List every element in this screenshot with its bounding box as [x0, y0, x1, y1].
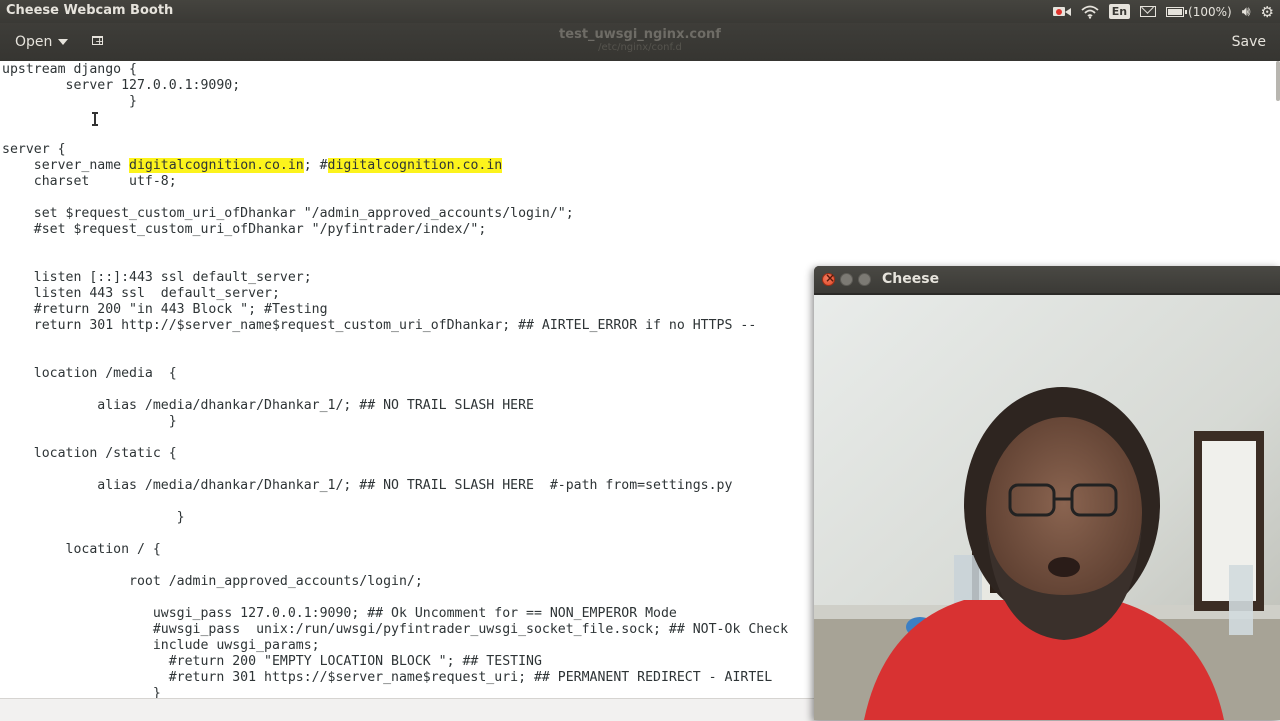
code-line[interactable]: location /media {: [2, 366, 788, 382]
settings-gear-icon[interactable]: ⚙: [1261, 0, 1274, 23]
vertical-scrollbar[interactable]: [1276, 61, 1280, 101]
code-text: alias /media/dhankar/Dhankar_1/; ## NO T…: [2, 398, 534, 413]
code-line[interactable]: #set $request_custom_uri_ofDhankar "/pyf…: [2, 222, 788, 238]
wifi-icon[interactable]: [1081, 0, 1099, 23]
code-text: location / {: [2, 542, 161, 557]
code-text: alias /media/dhankar/Dhankar_1/; ## NO T…: [2, 478, 733, 493]
code-text: #set $request_custom_uri_ofDhankar "/pyf…: [2, 222, 487, 237]
code-line[interactable]: [2, 430, 788, 446]
record-camera-icon[interactable]: [1052, 0, 1071, 23]
minimize-icon[interactable]: [840, 273, 853, 286]
code-line[interactable]: uwsgi_pass 127.0.0.1:9090; ## Ok Uncomme…: [2, 606, 788, 622]
document-title: test_uwsgi_nginx.conf: [559, 27, 721, 42]
code-line[interactable]: listen 443 ssl default_server;: [2, 286, 788, 302]
code-line[interactable]: location /static {: [2, 446, 788, 462]
code-text: #return 301 https://$server_name$request…: [2, 670, 773, 685]
code-text: location /media {: [2, 366, 177, 381]
code-line[interactable]: #return 200 "EMPTY LOCATION BLOCK "; ## …: [2, 654, 788, 670]
code-text: set $request_custom_uri_ofDhankar "/admi…: [2, 206, 574, 221]
code-text: server 127.0.0.1:9090;: [2, 78, 241, 93]
code-text: include uwsgi_params;: [2, 638, 320, 653]
code-text: }: [2, 94, 137, 109]
code-text: ; #: [303, 158, 328, 173]
mail-icon[interactable]: [1140, 0, 1157, 23]
webcam-preview: [814, 295, 1280, 720]
keyboard-layout-indicator[interactable]: En: [1108, 0, 1131, 23]
document-path: /etc/nginx/conf.d: [598, 42, 682, 53]
code-line[interactable]: alias /media/dhankar/Dhankar_1/; ## NO T…: [2, 478, 788, 494]
text-cursor-icon: [92, 112, 98, 126]
code-text: }: [2, 686, 161, 698]
code-line[interactable]: include uwsgi_params;: [2, 638, 788, 654]
search-highlight: digitalcognition.co.in: [327, 158, 503, 173]
code-text: listen 443 ssl default_server;: [2, 286, 280, 301]
code-line[interactable]: server 127.0.0.1:9090;: [2, 78, 788, 94]
code-text: charset utf-8;: [2, 174, 177, 189]
code-line[interactable]: listen [::]:443 ssl default_server;: [2, 270, 788, 286]
code-text: root /admin_approved_accounts/login/;: [2, 574, 423, 589]
code-line[interactable]: [2, 334, 788, 350]
code-line[interactable]: upstream django {: [2, 62, 788, 78]
code-line[interactable]: #return 301 https://$server_name$request…: [2, 670, 788, 686]
app-title: Cheese Webcam Booth: [6, 3, 174, 18]
code-line[interactable]: [2, 494, 788, 510]
battery-indicator[interactable]: (100%): [1166, 0, 1232, 23]
maximize-icon[interactable]: [858, 273, 871, 286]
top-panel: Cheese Webcam Booth En (100%) 🔊︎ ⚙: [0, 0, 1280, 23]
code-line[interactable]: [2, 462, 788, 478]
code-text: #return 200 "in 443 Block "; #Testing: [2, 302, 328, 317]
cheese-window: Cheese: [814, 266, 1280, 720]
code-line[interactable]: [2, 350, 788, 366]
code-line[interactable]: [2, 382, 788, 398]
code-text: location /static {: [2, 446, 177, 461]
code-text: #uwsgi_pass unix:/run/uwsgi/pyfintrader_…: [2, 622, 789, 637]
code-line[interactable]: return 301 http://$server_name$request_c…: [2, 318, 788, 334]
code-line[interactable]: set $request_custom_uri_ofDhankar "/admi…: [2, 206, 788, 222]
cheese-titlebar[interactable]: Cheese: [814, 266, 1280, 293]
search-highlight: digitalcognition.co.in: [129, 158, 304, 173]
code-line[interactable]: }: [2, 686, 788, 698]
keyboard-layout-label: En: [1108, 4, 1131, 19]
battery-percent: (100%): [1188, 4, 1232, 19]
code-line[interactable]: [2, 254, 788, 270]
code-text: server {: [2, 142, 66, 157]
code-text: server_name: [2, 158, 130, 173]
code-text: }: [2, 510, 185, 525]
code-line[interactable]: }: [2, 510, 788, 526]
code-line[interactable]: charset utf-8;: [2, 174, 788, 190]
code-text: }: [2, 414, 177, 429]
volume-icon[interactable]: 🔊︎: [1242, 0, 1251, 23]
code-line[interactable]: root /admin_approved_accounts/login/;: [2, 574, 788, 590]
code-line[interactable]: alias /media/dhankar/Dhankar_1/; ## NO T…: [2, 398, 788, 414]
code-line[interactable]: server {: [2, 142, 788, 158]
code-line[interactable]: }: [2, 414, 788, 430]
code-line[interactable]: location / {: [2, 542, 788, 558]
code-text: listen [::]:443 ssl default_server;: [2, 270, 312, 285]
code-text: return 301 http://$server_name$request_c…: [2, 318, 757, 333]
code-line[interactable]: [2, 126, 788, 142]
code-line[interactable]: #uwsgi_pass unix:/run/uwsgi/pyfintrader_…: [2, 622, 788, 638]
code-line[interactable]: [2, 590, 788, 606]
code-line[interactable]: server_name digitalcognition.co.in; #dig…: [2, 158, 788, 174]
code-line[interactable]: }: [2, 94, 788, 110]
code-line[interactable]: [2, 190, 788, 206]
code-text: uwsgi_pass 127.0.0.1:9090; ## Ok Uncomme…: [2, 606, 677, 621]
code-text: #return 200 "EMPTY LOCATION BLOCK "; ## …: [2, 654, 542, 669]
save-button[interactable]: Save: [1232, 34, 1266, 50]
code-line[interactable]: [2, 526, 788, 542]
battery-icon: [1166, 6, 1188, 17]
editor-header-bar: Open + test_uwsgi_nginx.conf /etc/nginx/…: [0, 23, 1280, 61]
code-text: upstream django {: [2, 62, 137, 77]
close-icon[interactable]: [822, 271, 835, 286]
cheese-window-title: Cheese: [882, 271, 940, 287]
code-line[interactable]: [2, 238, 788, 254]
code-line[interactable]: [2, 558, 788, 574]
indicator-area: En (100%) 🔊︎ ⚙: [1052, 0, 1280, 23]
code-line[interactable]: [2, 110, 788, 126]
code-line[interactable]: #return 200 "in 443 Block "; #Testing: [2, 302, 788, 318]
code-content[interactable]: upstream django { server 127.0.0.1:9090;…: [2, 62, 788, 698]
